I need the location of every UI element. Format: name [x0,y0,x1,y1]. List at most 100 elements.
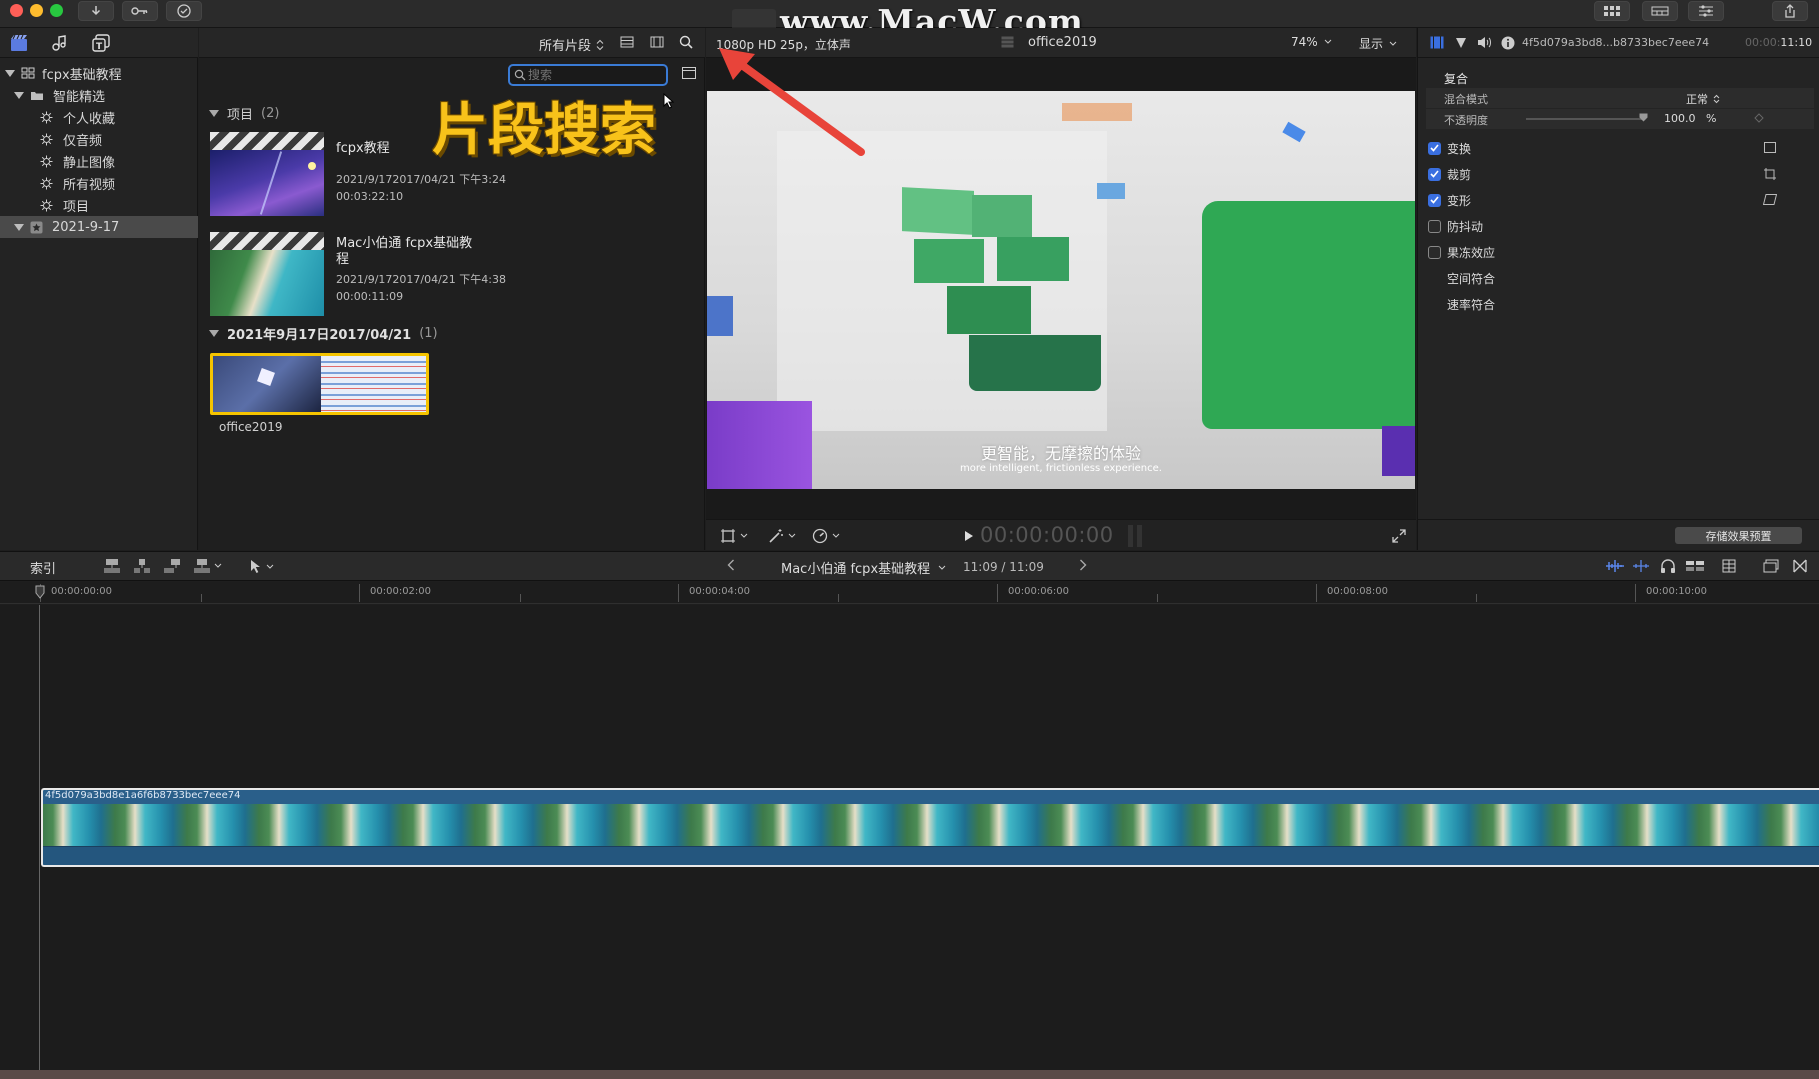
disclosure-triangle-icon[interactable] [5,69,15,77]
video-audio-button[interactable] [1605,559,1625,573]
sidebar-item-event[interactable]: 2021-9-17 [0,216,198,238]
timeline-clip[interactable]: 4f5d079a3bd8e1a6f6b8733bec7eee74 [41,788,1819,867]
sidebar-item-projects[interactable]: 项目 [0,194,198,216]
import-button[interactable] [78,1,114,21]
photos-audio-tab[interactable] [50,34,68,52]
titles-generators-tab[interactable]: T [92,34,110,52]
enhance-popup[interactable] [768,528,796,544]
project-name-popup[interactable]: Mac小伯通 fcpx基础教程 [781,558,946,577]
save-effects-preset-button[interactable]: 存储效果预置 [1675,527,1802,544]
minimize-window-button[interactable] [30,4,43,17]
clip-filter-popup[interactable]: 所有片段 [539,35,604,54]
close-window-button[interactable] [10,4,23,17]
retime-popup[interactable] [812,528,840,544]
list-view-button[interactable] [620,36,634,48]
distort-overlay-icon[interactable] [1763,194,1777,205]
solo-button[interactable] [1685,559,1705,573]
group-header-event[interactable]: 2021年9月17日2017/04/21 (1) [209,324,438,343]
search-toggle-button[interactable] [679,35,693,49]
appearance-icon [1763,559,1779,573]
opacity-slider-knob[interactable] [1639,113,1648,122]
tool-select-popup[interactable] [250,559,274,574]
event-star-icon [30,221,43,234]
libraries-tab[interactable] [10,34,28,52]
browser-toggle-button[interactable] [1594,1,1630,21]
music-photo-icon [50,34,68,52]
blend-mode-popup[interactable]: 正常 [1686,91,1720,107]
inspector-row-distort[interactable]: 变形 [1418,186,1819,214]
inspector-row-spatial-conform[interactable]: 空间符合 [1418,264,1819,292]
history-back-button[interactable] [727,559,735,571]
audio-skimming-button[interactable] [1660,558,1676,574]
opacity-unit: % [1706,112,1717,125]
append-clip-button[interactable] [163,558,181,574]
video-inspector-tab[interactable] [1430,36,1444,49]
info-inspector-tab[interactable] [1501,36,1515,50]
effects-browser-button[interactable] [1793,559,1807,573]
background-tasks-button[interactable] [166,1,202,21]
clip-appearance-button[interactable] [1763,559,1779,573]
sidebar-item-all-video[interactable]: 所有视频 [0,172,198,194]
zoom-popup[interactable]: 74% [1291,35,1332,49]
transform-tool-popup[interactable] [720,528,748,544]
desktop-background [0,1070,1819,1079]
filter-window-button[interactable] [682,67,696,79]
playhead-handle[interactable] [35,585,45,599]
color-inspector-tab[interactable] [1455,37,1467,49]
sidebar-item-favorites[interactable]: 个人收藏 [0,106,198,128]
timeline-ruler[interactable]: 00:00:00:00 00:00:02:00 00:00:04:00 00:0… [0,582,1819,604]
play-icon [964,530,974,542]
checkbox-checked-icon[interactable] [1428,141,1441,155]
fullscreen-button[interactable] [1392,529,1406,543]
keywords-button[interactable] [122,1,158,21]
overwrite-clip-popup[interactable] [193,558,222,574]
transform-overlay-icon[interactable] [1764,142,1776,153]
disclosure-triangle-icon[interactable] [209,110,219,117]
inspector-toggle-button[interactable] [1688,1,1724,21]
checkbox-checked-icon[interactable] [1428,167,1441,181]
clip-time-value: 11:10 [1780,36,1813,49]
sidebar-item-stills[interactable]: 静止图像 [0,150,198,172]
timeline-area[interactable]: 4f5d079a3bd8e1a6f6b8733bec7eee74 [0,605,1819,1070]
smart-collections-folder[interactable]: 智能精选 [0,84,198,106]
library-item[interactable]: fcpx基础教程 [0,62,198,84]
skimming-button[interactable] [1632,559,1650,573]
project-thumbnail[interactable] [210,232,324,316]
playhead-line[interactable] [39,605,40,1070]
timecode-display[interactable]: 00:00:00:00 [980,523,1114,547]
play-button[interactable] [964,530,974,542]
chevron-down-icon [1389,41,1397,47]
timeline-toggle-button[interactable] [1642,1,1678,21]
search-field[interactable] [508,64,668,86]
crop-overlay-icon[interactable] [1764,168,1776,180]
group-header-projects[interactable]: 项目 (2) [209,104,279,123]
checkbox-checked-icon[interactable] [1428,193,1441,207]
history-forward-button[interactable] [1079,559,1087,571]
sidebar-item-audio-only[interactable]: 仅音频 [0,128,198,150]
disclosure-triangle-icon[interactable] [14,223,24,231]
inspector-row-crop[interactable]: 裁剪 [1418,160,1819,188]
connect-clip-button[interactable] [103,558,121,574]
audio-inspector-tab[interactable] [1477,36,1492,49]
search-input[interactable] [528,68,658,82]
inspector-row-transform[interactable]: 变换 [1418,134,1819,162]
zoom-window-button[interactable] [50,4,63,17]
opacity-slider[interactable] [1526,118,1644,120]
opacity-value[interactable]: 100.0 [1664,112,1696,125]
snapping-button[interactable] [1722,559,1736,573]
inspector-row-rolling-shutter[interactable]: 果冻效应 [1418,238,1819,266]
disclosure-triangle-icon[interactable] [14,91,24,99]
inspector-row-rate-conform[interactable]: 速率符合 [1418,290,1819,318]
insert-clip-button[interactable] [133,558,151,574]
disclosure-triangle-icon[interactable] [209,330,219,337]
inspector-row-stabilization[interactable]: 防抖动 [1418,212,1819,240]
clip-appearance-button[interactable] [650,36,664,48]
keyframe-button[interactable] [1754,113,1764,123]
display-popup[interactable]: 显示 [1359,35,1397,52]
event-clip-thumbnail[interactable] [210,353,429,415]
checkbox-unchecked-icon[interactable] [1428,245,1441,259]
checkbox-unchecked-icon[interactable] [1428,219,1441,233]
timeline-index-button[interactable]: 索引 [30,558,56,577]
project-thumbnail[interactable] [210,132,324,216]
share-button[interactable] [1772,1,1808,21]
